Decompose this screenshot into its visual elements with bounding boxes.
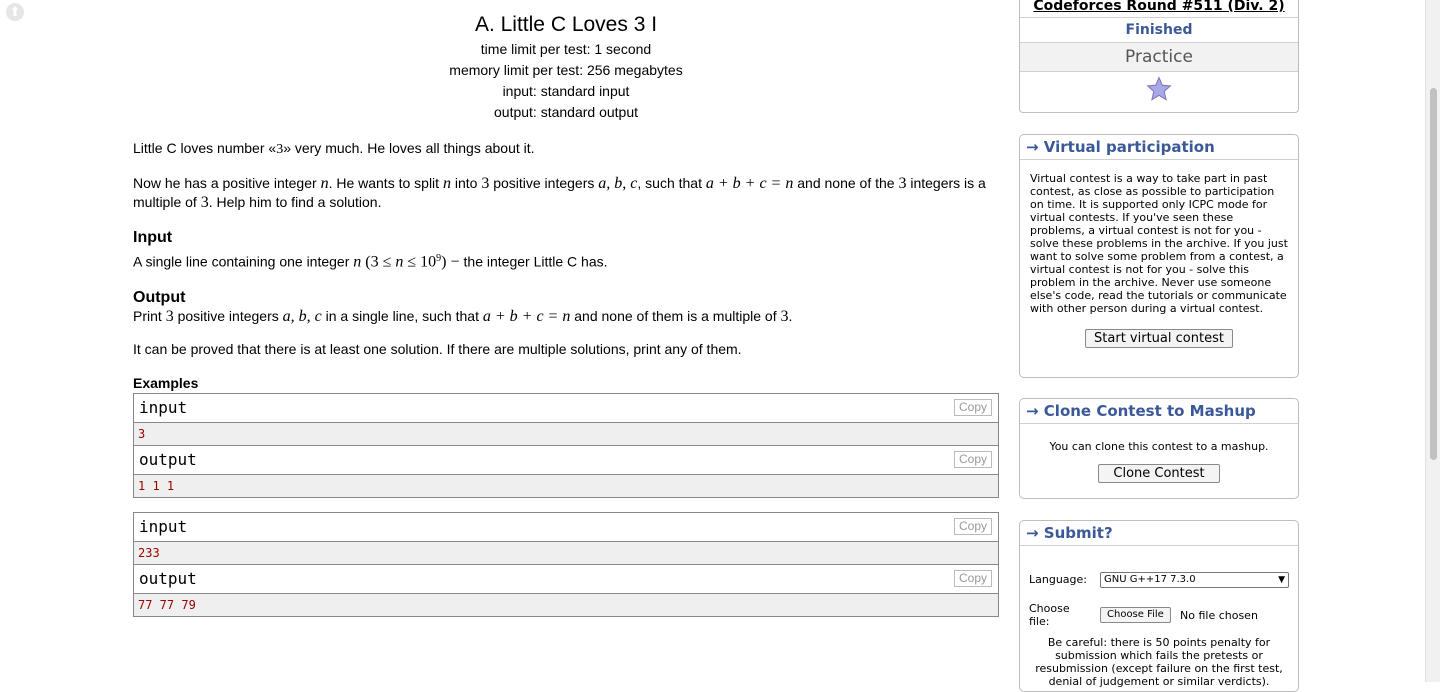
input-spec-text: A single line containing one integer n (… xyxy=(133,249,999,272)
example-input-value: 233 xyxy=(134,541,998,564)
output-spec-text: Print 3 positive integers a, b, c in a s… xyxy=(133,307,999,326)
legend-text: . He wants to split xyxy=(328,175,443,191)
example-block-2: input Copy 233 output Copy 77 77 79 xyxy=(133,511,999,617)
submit-title: → Submit? xyxy=(1020,521,1298,546)
math-variable: n xyxy=(442,175,451,192)
problem-title: A. Little C Loves 3 I xyxy=(474,13,658,36)
input-section-title: Input xyxy=(133,229,173,246)
input-text: the integer Little C has. xyxy=(463,253,608,270)
example-output-header: output Copy xyxy=(134,444,998,475)
memory-limit: memory limit per test: 256 megabytes xyxy=(449,62,683,78)
legend-paragraph-2: Now he has a positive integer n. He want… xyxy=(133,174,999,212)
language-select-value: GNU G++17 7.3.0 xyxy=(1104,574,1196,585)
copy-button[interactable]: Copy xyxy=(953,569,992,587)
legend-text: . Help him to find a solution. xyxy=(208,194,382,210)
example-input-label: input xyxy=(139,397,188,417)
input-text: A single line containing one integer xyxy=(133,253,354,270)
example-output-label: output xyxy=(139,449,197,469)
math-constraint: (3 ≤ xyxy=(361,253,396,271)
legend-text: positive integers xyxy=(489,175,599,191)
output-text: Print xyxy=(133,307,166,324)
clone-contest-box: → Clone Contest to Mashup You can clone … xyxy=(1019,398,1299,499)
math-variable: a, b, c xyxy=(282,307,322,325)
choose-file-label: Choose file: xyxy=(1029,602,1070,628)
legend-paragraph-1: Little C loves number «3» very much. He … xyxy=(133,139,999,159)
examples-title: Examples xyxy=(133,374,199,391)
output-text: positive integers xyxy=(173,307,283,324)
output-text: and none of them is a multiple of xyxy=(570,307,781,324)
example-input-header: input Copy xyxy=(134,512,998,542)
math-equation: a + b + c = n xyxy=(705,175,794,192)
input-file: input: standard input xyxy=(502,83,630,99)
clone-contest-title: → Clone Contest to Mashup xyxy=(1020,399,1298,424)
scroll-up-icon[interactable]: ⬆ xyxy=(6,3,24,21)
math-variable: a, b, c xyxy=(598,175,638,192)
time-limit: time limit per test: 1 second xyxy=(480,41,652,57)
contest-info-box: Codeforces Round #511 (Div. 2) Finished … xyxy=(1019,0,1299,113)
problem-header: A. Little C Loves 3 I time limit per tes… xyxy=(133,11,999,123)
output-file: output: standard output xyxy=(494,104,638,120)
output-text: in a single line, such that xyxy=(321,307,483,324)
copy-button[interactable]: Copy xyxy=(953,517,992,535)
scrollbar-thumb[interactable] xyxy=(1430,88,1437,460)
example-block-1: input Copy 3 output Copy 1 1 1 xyxy=(133,392,999,498)
output-section-title: Output xyxy=(133,288,186,306)
problem-statement: A. Little C Loves 3 I time limit per tes… xyxy=(133,0,999,617)
contest-status: Finished xyxy=(1020,18,1298,43)
example-input-label: input xyxy=(139,516,188,536)
favourite-star[interactable] xyxy=(1020,72,1298,106)
contest-name-link[interactable]: Codeforces Round #511 (Div. 2) xyxy=(1033,0,1284,14)
example-output-value: 77 77 79 xyxy=(134,593,998,616)
legend-text: Now he has a positive integer xyxy=(133,175,321,191)
language-select[interactable]: GNU G++17 7.3.0 ▼ xyxy=(1100,572,1289,588)
legend-text: , such that xyxy=(637,175,706,191)
star-icon[interactable] xyxy=(1146,76,1172,102)
legend-text: » very much. He loves all things about i… xyxy=(283,140,535,156)
clone-contest-text: You can clone this contest to a mashup. xyxy=(1049,440,1269,453)
output-text: . xyxy=(788,307,793,324)
virtual-participation-text: Virtual contest is a way to take part in… xyxy=(1030,172,1288,315)
virtual-participation-title: → Virtual participation xyxy=(1020,135,1298,160)
copy-button[interactable]: Copy xyxy=(953,398,992,416)
example-output-header: output Copy xyxy=(134,563,998,594)
math-variable: n xyxy=(320,175,329,192)
practice-label: Practice xyxy=(1020,43,1298,72)
penalty-warning-text: Be careful: there is 50 points penalty f… xyxy=(1035,636,1283,688)
legend-text: into xyxy=(450,175,482,191)
copy-button[interactable]: Copy xyxy=(953,450,992,468)
language-label: Language: xyxy=(1029,573,1087,586)
chevron-down-icon: ▼ xyxy=(1278,575,1285,585)
clone-contest-button[interactable]: Clone Contest xyxy=(1098,464,1220,483)
choose-file-button[interactable]: Choose File xyxy=(1100,607,1171,623)
legend-text: and none of the xyxy=(793,175,899,191)
math-number: 3 xyxy=(165,307,174,325)
math-number: 3 xyxy=(200,194,209,211)
math-equation: a + b + c = n xyxy=(482,307,571,325)
virtual-participation-box: → Virtual participation Virtual contest … xyxy=(1019,134,1299,378)
example-input-header: input Copy xyxy=(134,393,998,423)
math-constraint: ) − xyxy=(441,253,464,271)
math-constraint: ≤ 10 xyxy=(403,253,437,271)
example-output-label: output xyxy=(139,568,197,588)
example-output-value: 1 1 1 xyxy=(134,474,998,497)
vertical-scrollbar[interactable] xyxy=(1425,0,1440,682)
example-input-value: 3 xyxy=(134,422,998,445)
no-file-chosen-text: No file chosen xyxy=(1180,609,1258,622)
submit-box: → Submit? Language: GNU G++17 7.3.0 ▼ Ch… xyxy=(1019,520,1299,692)
legend-text: Little C loves number « xyxy=(133,140,277,156)
start-virtual-contest-button[interactable]: Start virtual contest xyxy=(1085,329,1233,348)
note-text: It can be proved that there is at least … xyxy=(133,340,742,357)
